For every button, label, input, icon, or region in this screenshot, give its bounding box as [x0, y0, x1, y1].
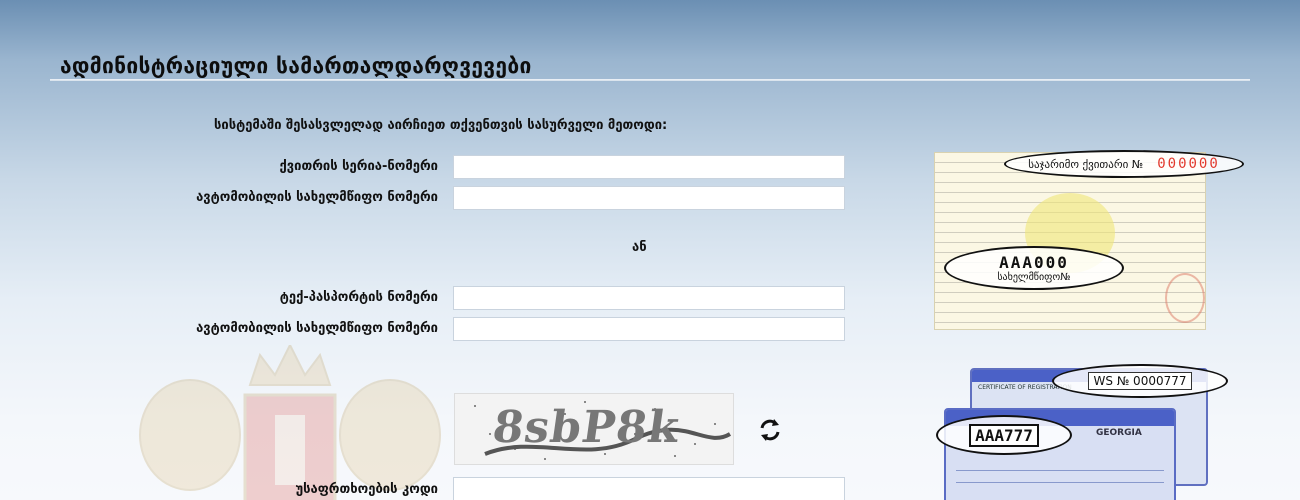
- coat-of-arms-icon: [139, 345, 441, 500]
- receipt-serial-number: 000000: [1157, 156, 1220, 172]
- tech-passport-plate: AAA777: [969, 423, 1039, 447]
- receipt-serial-callout: საჯარიმო ქვითარი № 000000: [1004, 150, 1244, 178]
- receipt-plate-number: AAA000: [999, 253, 1069, 272]
- tech-passport-number-callout: WS № 0000777: [1052, 364, 1228, 398]
- passport-card-country: GEORGIA: [1096, 428, 1142, 438]
- tech-passport-input[interactable]: [453, 286, 845, 310]
- tech-passport-number: WS № 0000777: [1088, 372, 1192, 390]
- refresh-icon: [760, 419, 780, 441]
- receipt-plate-callout: AAA000 სახელმწიფო№: [944, 246, 1124, 290]
- security-code-label: უსაფრთხოების კოდი: [295, 482, 438, 497]
- or-separator: ან: [632, 240, 647, 255]
- page-title: ადმინისტრაციული სამართალდარღვევები: [60, 54, 532, 78]
- receipt-serial-label: ქვითრის სერია-ნომერი: [279, 159, 438, 174]
- login-instruction: სისტემაში შესასვლელად აირჩიეთ თქვენთვის …: [214, 118, 668, 133]
- tech-passport-plate-callout: AAA777: [936, 415, 1072, 455]
- captcha-text: 8sbP8k: [489, 402, 683, 453]
- plate-number-input-2[interactable]: [453, 317, 845, 341]
- plate-number-label: ავტომობილის სახელმწიფო ნომერი: [196, 190, 438, 205]
- title-divider: [50, 79, 1250, 80]
- receipt-plate-caption: სახელმწიფო№: [997, 272, 1071, 283]
- receipt-sample-image: [934, 152, 1206, 330]
- security-code-input[interactable]: [453, 477, 845, 500]
- plate-number-label-2: ავტომობილის სახელმწიფო ნომერი: [196, 321, 438, 336]
- receipt-serial-caption: საჯარიმო ქვითარი №: [1028, 157, 1144, 171]
- tech-passport-label: ტექ-პასპორტის ნომერი: [279, 290, 438, 305]
- receipt-serial-input[interactable]: [453, 155, 845, 179]
- captcha-refresh-button[interactable]: [756, 416, 784, 444]
- plate-number-input[interactable]: [453, 186, 845, 210]
- captcha-image: 8sbP8k: [454, 393, 734, 465]
